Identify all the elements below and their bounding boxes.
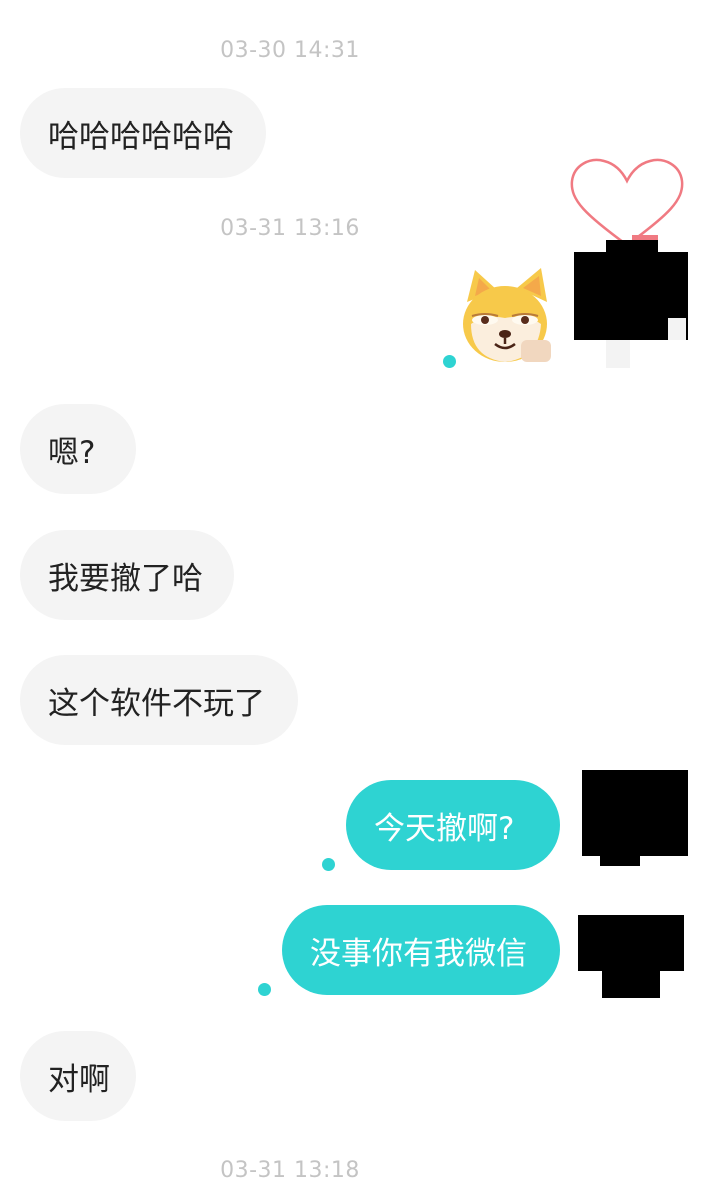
avatar-redaction <box>602 968 660 998</box>
incoming-message-bubble[interactable]: 对啊 <box>20 1031 136 1121</box>
incoming-message-bubble[interactable]: 我要撤了哈 <box>20 530 234 620</box>
message-text: 对啊 <box>48 1061 110 1098</box>
avatar-redaction <box>606 340 630 368</box>
unread-dot <box>258 983 271 996</box>
outgoing-message-bubble[interactable]: 今天撤啊? <box>346 780 560 870</box>
avatar[interactable] <box>582 770 688 856</box>
outgoing-message-bubble[interactable]: 没事你有我微信 <box>282 905 560 995</box>
avatar-redaction <box>606 240 658 260</box>
timestamp: 03-31 13:18 <box>220 1158 360 1183</box>
avatar-redaction <box>668 318 686 340</box>
shiba-dog-sticker-icon <box>463 268 551 362</box>
avatar-redaction <box>600 856 640 866</box>
incoming-message-bubble[interactable]: 这个软件不玩了 <box>20 655 298 745</box>
message-text: 没事你有我微信 <box>310 935 527 972</box>
message-text: 这个软件不玩了 <box>48 685 265 722</box>
incoming-message-bubble[interactable]: 嗯? <box>20 404 136 494</box>
message-text: 我要撤了哈 <box>48 560 203 597</box>
timestamp: 03-31 13:16 <box>220 216 360 241</box>
unread-dot <box>443 355 456 368</box>
incoming-message-bubble[interactable]: 哈哈哈哈哈哈 <box>20 88 266 178</box>
message-text: 今天撤啊? <box>374 810 515 847</box>
avatar[interactable] <box>578 915 684 971</box>
timestamp: 03-30 14:31 <box>220 38 360 63</box>
message-text: 嗯? <box>48 434 96 471</box>
message-text: 哈哈哈哈哈哈 <box>48 118 234 155</box>
unread-dot <box>322 858 335 871</box>
sticker-message[interactable] <box>455 262 555 366</box>
